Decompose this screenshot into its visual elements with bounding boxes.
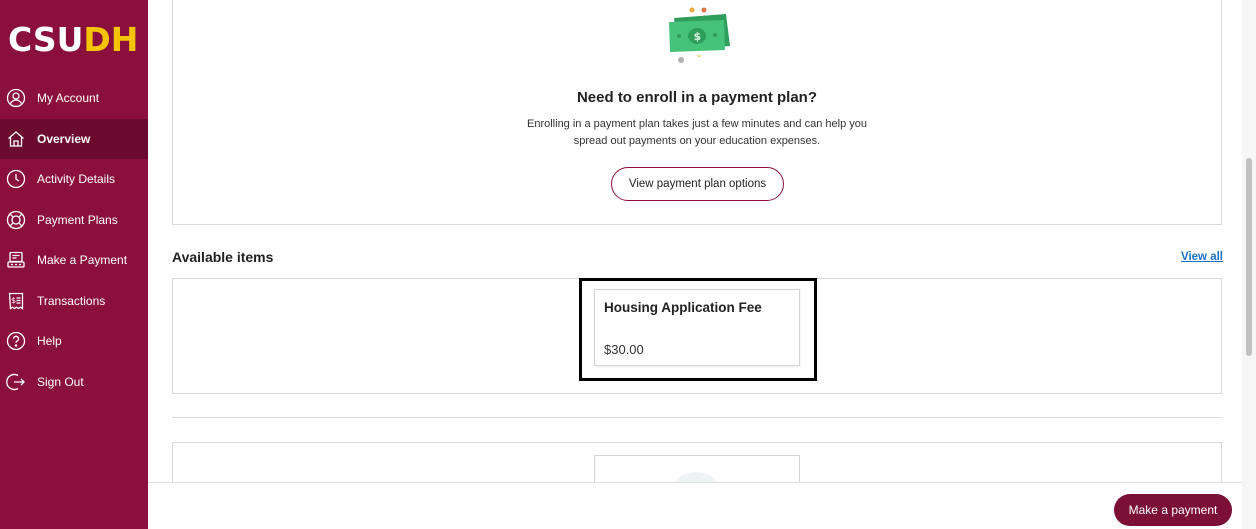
svg-text:$: $	[694, 30, 702, 43]
payment-plan-title: Need to enroll in a payment plan?	[576, 89, 818, 106]
sidebar-item-label: Overview	[37, 131, 91, 146]
sidebar-item-payment-plans[interactable]: Payment Plans	[0, 200, 148, 241]
lifebuoy-icon	[6, 210, 26, 230]
highlight-box	[579, 278, 817, 381]
view-all-link[interactable]: View all	[1181, 251, 1223, 263]
payment-plan-card: $ Need to enroll in a payment plan? Enro…	[172, 0, 1222, 225]
sticky-footer	[148, 482, 1242, 529]
sidebar-item-overview[interactable]: Overview	[0, 118, 148, 159]
money-illustration-icon: $	[669, 7, 730, 63]
sidebar-item-label: Sign Out	[37, 374, 84, 389]
sidebar-item-make-a-payment[interactable]: Make a Payment	[0, 240, 148, 281]
help-icon	[6, 331, 26, 351]
scrollbar-thumb[interactable]	[1246, 158, 1252, 356]
sidebar-nav: My Account Overview Activity Details Pay…	[0, 78, 148, 402]
sign-out-icon	[6, 372, 26, 392]
sidebar-item-my-account[interactable]: My Account	[0, 78, 148, 119]
sidebar-item-label: My Account	[37, 91, 100, 106]
sidebar-item-label: Payment Plans	[37, 212, 118, 227]
available-items-title: Available items	[172, 249, 274, 265]
sidebar: CSUDH My Account Overview Activity Detai…	[0, 0, 148, 529]
payment-terminal-icon	[6, 250, 26, 270]
sidebar-item-label: Activity Details	[37, 172, 116, 187]
csudh-logo[interactable]: CSUDH	[8, 20, 138, 60]
section-divider	[172, 417, 1222, 418]
sidebar-item-label: Help	[37, 334, 62, 349]
receipt-icon: $	[6, 291, 26, 311]
view-payment-plan-options-button[interactable]: View payment plan options	[611, 167, 784, 201]
clock-icon	[6, 169, 26, 189]
sidebar-item-sign-out[interactable]: Sign Out	[0, 362, 148, 403]
payment-plan-description: Enrolling in a payment plan takes just a…	[527, 118, 867, 147]
sidebar-item-label: Transactions	[37, 293, 106, 308]
sidebar-item-transactions[interactable]: $ Transactions	[0, 281, 148, 322]
home-icon	[6, 129, 26, 149]
make-a-payment-button[interactable]: Make a payment	[1114, 494, 1232, 526]
svg-text:$: $	[11, 296, 16, 305]
sidebar-item-help[interactable]: Help	[0, 321, 148, 362]
user-icon	[6, 88, 26, 108]
sidebar-item-label: Make a Payment	[37, 253, 128, 268]
sidebar-item-activity-details[interactable]: Activity Details	[0, 159, 148, 200]
